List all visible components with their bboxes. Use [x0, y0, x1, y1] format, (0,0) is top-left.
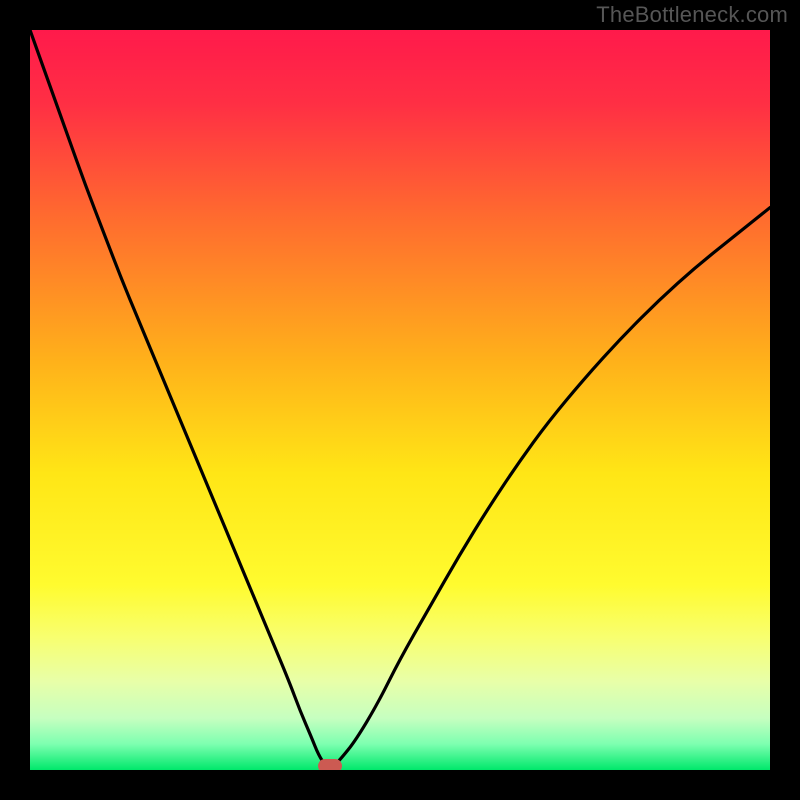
watermark-text: TheBottleneck.com [596, 2, 788, 28]
bottleneck-curve [30, 30, 770, 770]
optimal-marker [318, 759, 342, 770]
plot-area [30, 30, 770, 770]
chart-frame: TheBottleneck.com [0, 0, 800, 800]
